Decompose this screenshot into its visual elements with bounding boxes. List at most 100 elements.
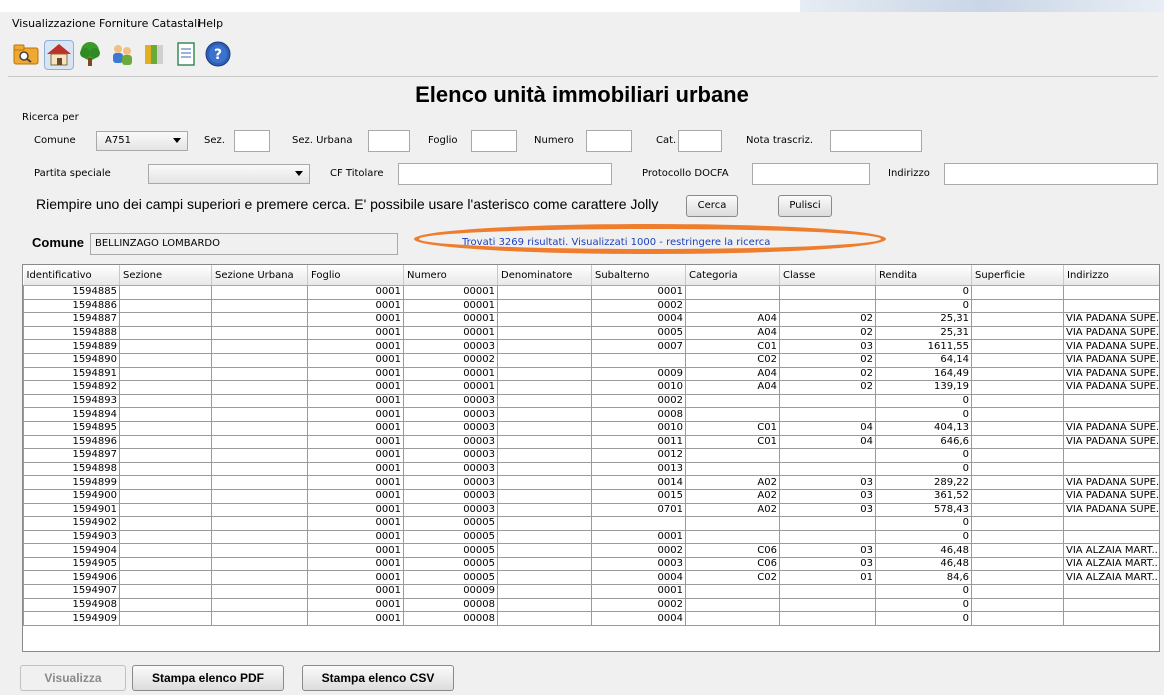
table-row[interactable]: 1594901 0001 00003 0701 A02 03 578,43 VIA PADAN… (23, 502, 1159, 518)
protocollo-input[interactable] (752, 163, 870, 185)
table-cell (971, 570, 1064, 586)
table-row[interactable]: 1594903 0001 00005 0001 0 (23, 529, 1159, 545)
table-row[interactable]: 1594895 0001 00003 0010 C01 04 404,13 VIA PADAN… (23, 420, 1159, 436)
table-cell: 0001 (591, 584, 686, 599)
indirizzo-label: Indirizzo (888, 168, 930, 179)
sez-input[interactable] (234, 130, 270, 152)
table-row[interactable]: 1594889 0001 00003 0007 C01 03 1611,55 VIA PADA… (23, 339, 1159, 354)
table-cell: 0001 (307, 475, 404, 490)
pulisci-button[interactable]: Pulisci (778, 195, 832, 217)
table-cell (119, 570, 212, 586)
stampa-csv-button[interactable]: Stampa elenco CSV (302, 665, 454, 691)
table-cell: 00003 (403, 420, 498, 436)
partita-select[interactable] (148, 164, 310, 184)
table-cell: 1594897 (23, 448, 120, 463)
table-cell: A02 (685, 475, 780, 490)
table-cell (497, 285, 592, 300)
table-cell: 0001 (307, 584, 404, 599)
table-row[interactable]: 1594894 0001 00003 0008 0 (23, 407, 1159, 422)
column-header[interactable]: Subalterno (591, 265, 686, 286)
table-row[interactable]: 1594888 0001 00001 0005 A04 02 25,31 VIA PADANA… (23, 325, 1159, 341)
table-cell (119, 352, 212, 368)
column-header[interactable]: Denominatore (497, 265, 592, 286)
indirizzo-input[interactable] (944, 163, 1158, 185)
table-row[interactable]: 1594890 0001 00002 C02 02 64,14 VIA PADANA SUP… (23, 352, 1159, 368)
house-icon[interactable] (44, 40, 74, 70)
table-cell: 00005 (403, 516, 498, 531)
table-cell (497, 488, 592, 504)
table-row[interactable]: 1594902 0001 00005 0 (23, 516, 1159, 531)
table-cell (1063, 529, 1159, 545)
document-icon[interactable] (172, 40, 200, 68)
table-cell: A02 (685, 502, 780, 518)
table-cell: 0001 (307, 366, 404, 382)
table-row[interactable]: 1594892 0001 00001 0010 A04 02 139,19 VIA PADAN… (23, 380, 1159, 395)
nota-input[interactable] (830, 130, 922, 152)
vertical-scrollbar[interactable] (1154, 285, 1159, 649)
table-cell (211, 516, 308, 531)
people-icon[interactable] (108, 40, 136, 68)
table-row[interactable]: 1594909 0001 00008 0004 0 (23, 611, 1159, 626)
table-cell: 00003 (403, 488, 498, 504)
stampa-pdf-button[interactable]: Stampa elenco PDF (132, 665, 284, 691)
table-cell (119, 420, 212, 436)
sez-urbana-input[interactable] (368, 130, 410, 152)
column-header[interactable]: Categoria (685, 265, 780, 286)
table-row[interactable]: 1594893 0001 00003 0002 0 (23, 393, 1159, 409)
table-cell (497, 516, 592, 531)
help-icon[interactable]: ? (204, 40, 232, 68)
table-row[interactable]: 1594896 0001 00003 0011 C01 04 646,6 VIA PADANA… (23, 434, 1159, 450)
column-header[interactable]: Numero (403, 265, 498, 286)
column-header[interactable]: Superficie (971, 265, 1064, 286)
table-row[interactable]: 1594885 0001 00001 0001 0 (23, 285, 1159, 300)
table-cell (971, 339, 1064, 354)
table-cell: 0001 (307, 529, 404, 545)
table-cell (779, 461, 876, 477)
table-row[interactable]: 1594886 0001 00001 0002 0 (23, 298, 1159, 314)
results-table[interactable]: Identificativo Sezione Sezione Urbana Fogli… (22, 264, 1160, 652)
table-cell (211, 352, 308, 368)
table-cell: A02 (685, 488, 780, 504)
table-row[interactable]: 1594887 0001 00001 0004 A04 02 25,31 VIA PADANA… (23, 312, 1159, 327)
table-cell (1063, 407, 1159, 422)
menu-help[interactable]: Help (198, 17, 223, 30)
table-cell (211, 285, 308, 300)
table-cell (119, 488, 212, 504)
table-cell (211, 366, 308, 382)
foglio-input[interactable] (471, 130, 517, 152)
table-cell: 1594904 (23, 543, 120, 558)
table-row[interactable]: 1594898 0001 00003 0013 0 (23, 461, 1159, 477)
table-cell (211, 448, 308, 463)
table-cell: 0 (875, 285, 972, 300)
table-row[interactable]: 1594900 0001 00003 0015 A02 03 361,52 VIA PADAN… (23, 488, 1159, 504)
table-row[interactable]: 1594899 0001 00003 0014 A02 03 289,22 VIA PADAN… (23, 475, 1159, 490)
table-cell (779, 529, 876, 545)
table-row[interactable]: 1594907 0001 00009 0001 0 (23, 584, 1159, 599)
tree-icon[interactable] (76, 40, 104, 68)
table-row[interactable]: 1594906 0001 00005 0004 C02 01 84,6 VIA ALZAIA … (23, 570, 1159, 586)
table-row[interactable]: 1594905 0001 00005 0003 C06 03 46,48 VIA ALZAIA… (23, 556, 1159, 572)
comune-select[interactable]: A751 (96, 131, 188, 151)
menu-app[interactable]: Visualizzazione Forniture Catastali (12, 17, 200, 30)
books-icon[interactable] (140, 40, 168, 68)
folder-search-icon[interactable] (12, 40, 40, 68)
table-row[interactable]: 1594908 0001 00008 0002 0 (23, 597, 1159, 613)
column-header[interactable]: Sezione (119, 265, 212, 286)
visualizza-button[interactable]: Visualizza (20, 665, 126, 691)
column-header[interactable]: Sezione Urbana (211, 265, 308, 286)
table-row[interactable]: 1594897 0001 00003 0012 0 (23, 448, 1159, 463)
table-row[interactable]: 1594891 0001 00001 0009 A04 02 164,49 VIA PADAN… (23, 366, 1159, 382)
column-header[interactable]: Identificativo (23, 265, 120, 286)
column-header[interactable]: Classe (779, 265, 876, 286)
column-header[interactable]: Foglio (307, 265, 404, 286)
table-cell (119, 516, 212, 531)
numero-input[interactable] (586, 130, 632, 152)
table-cell: 0010 (591, 380, 686, 395)
cf-input[interactable] (398, 163, 612, 185)
table-row[interactable]: 1594904 0001 00005 0002 C06 03 46,48 VIA ALZAIA… (23, 543, 1159, 558)
column-header[interactable]: Rendita (875, 265, 972, 286)
table-cell (685, 529, 780, 545)
column-header[interactable]: Indirizzo (1063, 265, 1159, 286)
cerca-button[interactable]: Cerca (686, 195, 738, 217)
cat-input[interactable] (678, 130, 722, 152)
